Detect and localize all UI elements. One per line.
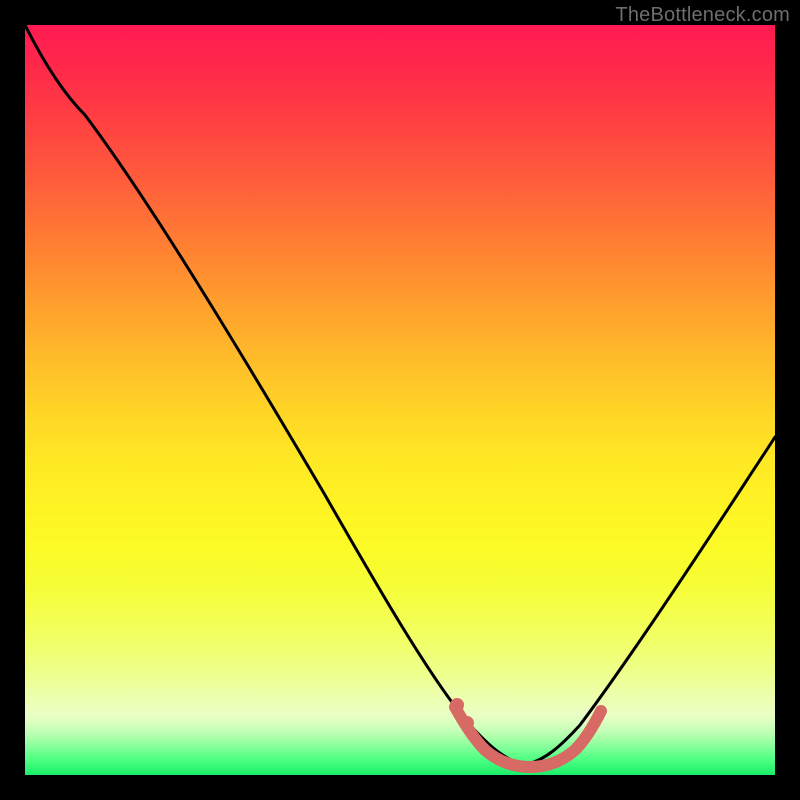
watermark-text: TheBottleneck.com bbox=[615, 4, 790, 27]
curve-highlight bbox=[455, 707, 601, 767]
highlight-dot-icon bbox=[460, 716, 474, 730]
chart-svg bbox=[25, 25, 775, 775]
highlight-dot-icon bbox=[450, 698, 464, 712]
chart-frame: TheBottleneck.com bbox=[0, 0, 800, 800]
chart-plot-area bbox=[25, 25, 775, 775]
curve-main bbox=[25, 25, 775, 765]
